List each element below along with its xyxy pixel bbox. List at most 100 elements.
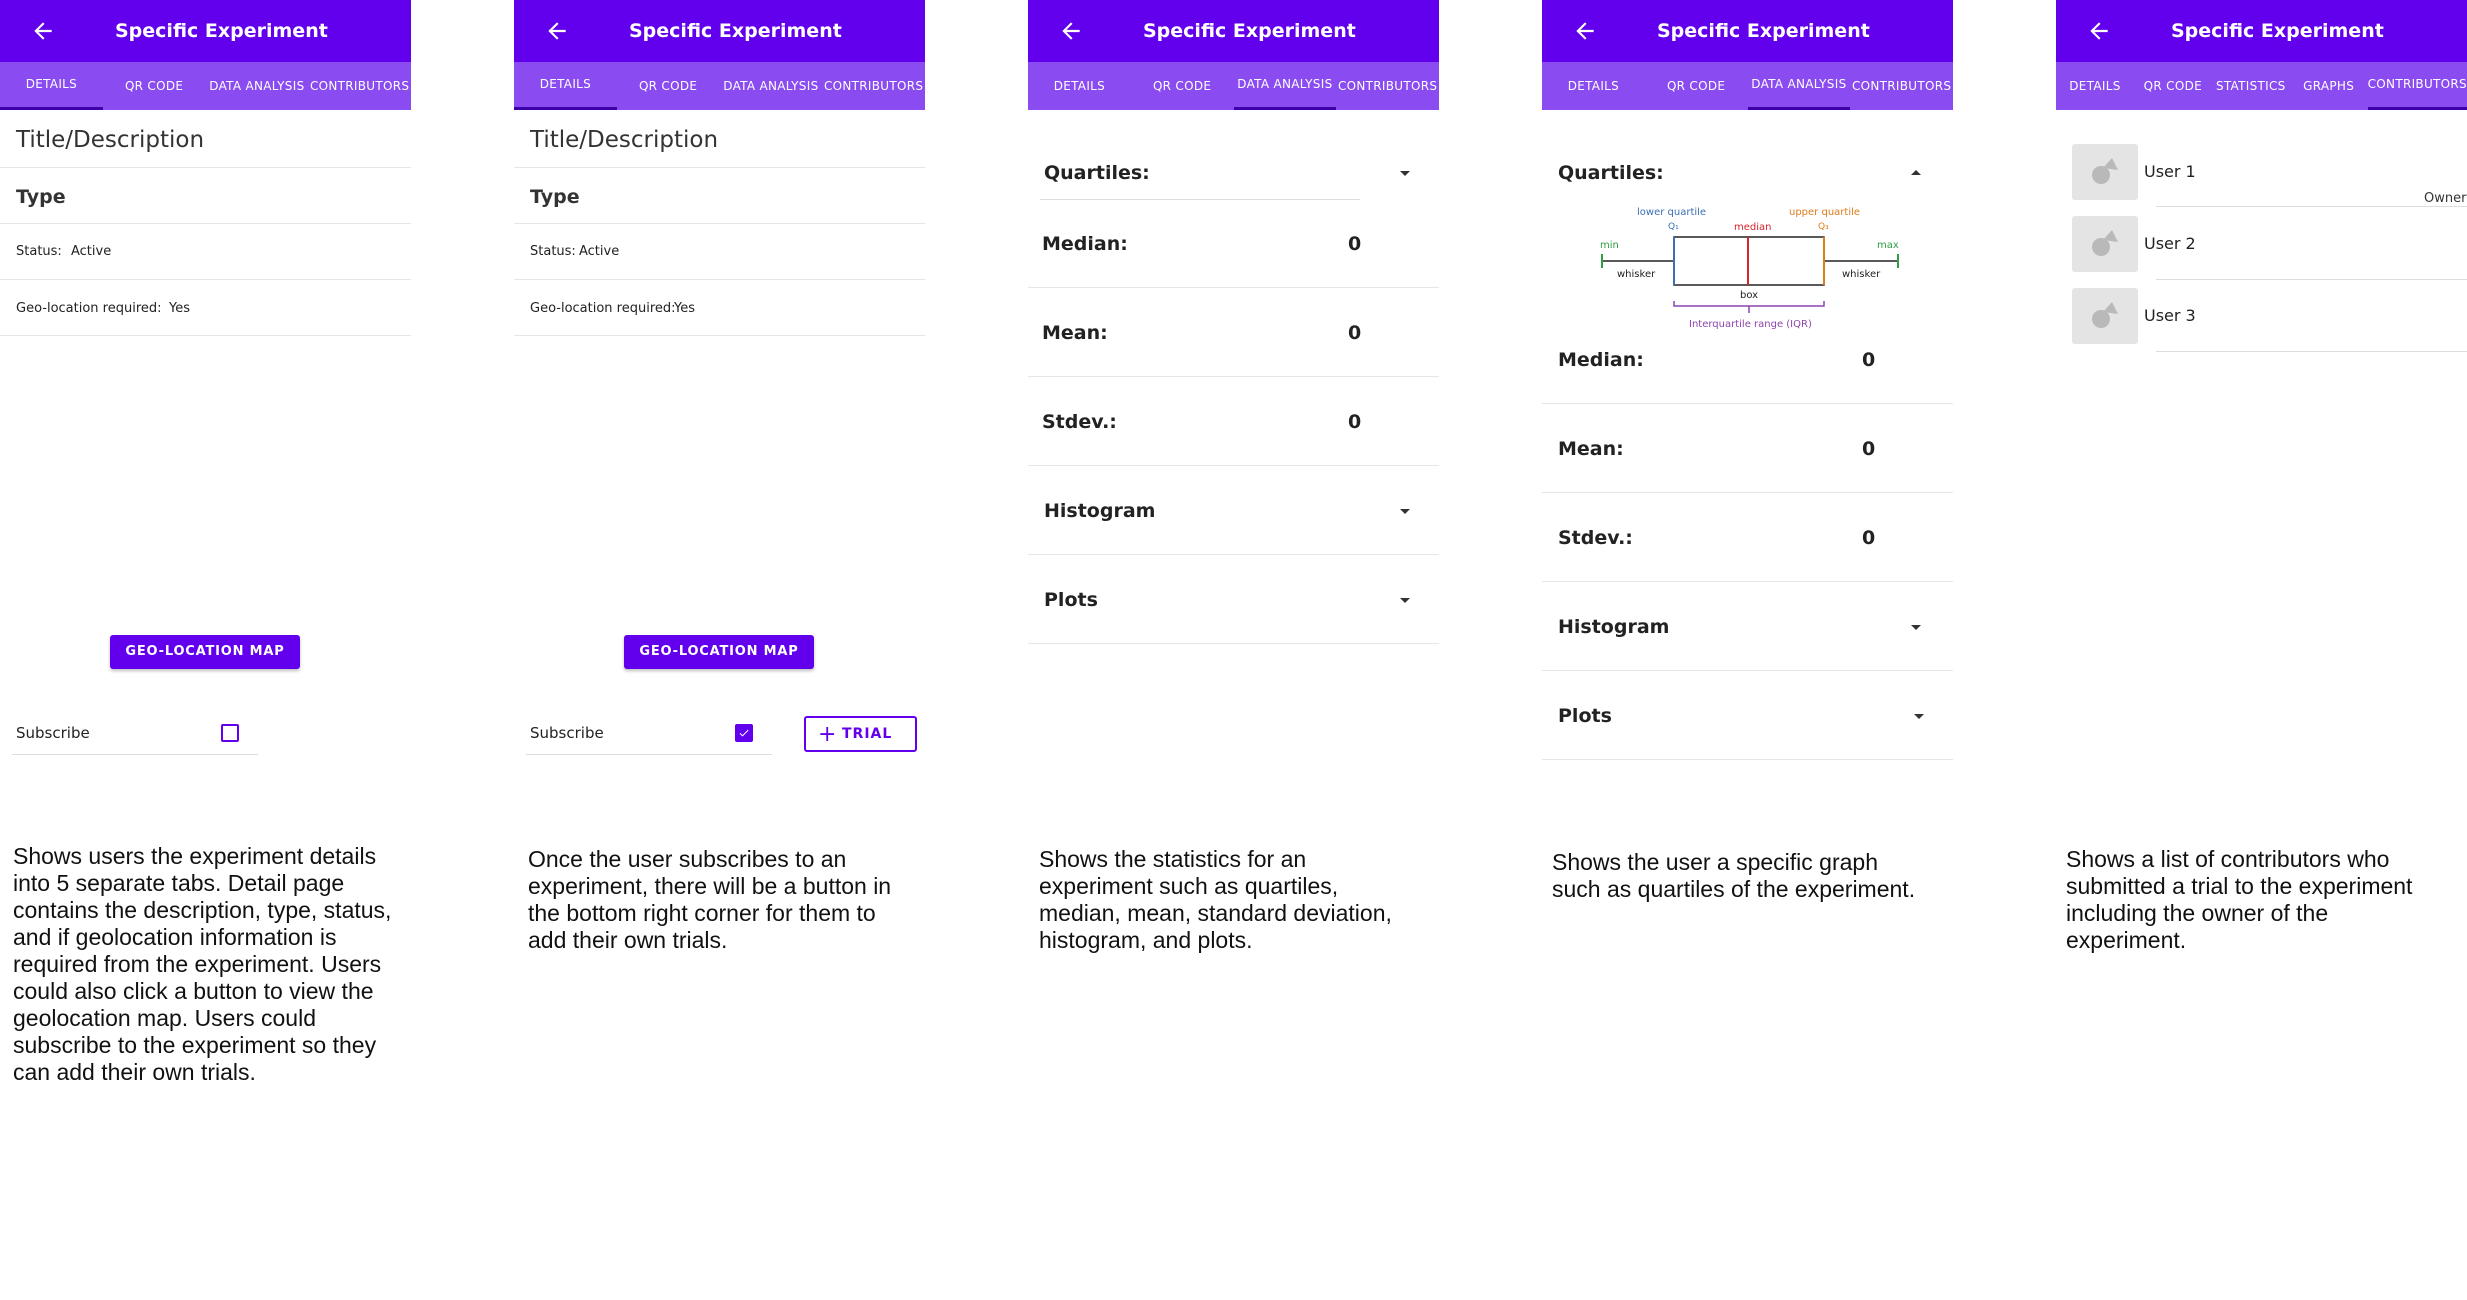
geo-row: Geo-location required: Yes	[0, 280, 411, 336]
dropdown-arrow-icon	[1400, 509, 1410, 514]
tab-graphs[interactable]: GRAPHS	[2290, 62, 2368, 110]
tab-data-analysis[interactable]: DATA ANALYSIS	[206, 62, 309, 110]
app-bar: Specific Experiment	[2056, 0, 2467, 62]
median-label: Median:	[1558, 349, 1644, 371]
median-value: 0	[1862, 349, 1876, 371]
owner-badge: Owner	[2424, 191, 2467, 206]
plots-dropdown[interactable]: Plots	[1028, 555, 1439, 644]
tab-qr-code[interactable]: QR CODE	[2134, 62, 2212, 110]
title-description: Title/Description	[530, 127, 719, 153]
quartiles-dropdown[interactable]: Quartiles:	[1542, 110, 1953, 184]
dropdown-arrow-icon	[1911, 625, 1921, 630]
caption-quartiles: Shows the user a specific graph such as …	[1552, 849, 1916, 902]
tab-contributors[interactable]: CONTRIBUTORS	[1336, 62, 1439, 110]
tab-bar: DETAILS QR CODE DATA ANALYSIS CONTRIBUTO…	[1028, 62, 1439, 110]
plots-label: Plots	[1044, 589, 1098, 611]
contributor-row[interactable]: User 1 Owner	[2056, 136, 2467, 208]
mean-row: Mean: 0	[1542, 404, 1953, 493]
status-label: Status:	[16, 244, 62, 259]
tab-qr-code[interactable]: QR CODE	[1645, 62, 1748, 110]
title-row: Title/Description	[514, 110, 925, 168]
back-arrow-icon[interactable]	[544, 18, 570, 44]
contributor-name: User 3	[2144, 306, 2196, 325]
geo-location-map-button[interactable]: GEO-LOCATION MAP	[110, 635, 300, 669]
quartiles-label: Quartiles:	[1044, 162, 1150, 184]
status-label: Status:	[530, 244, 576, 259]
contributor-name: User 2	[2144, 234, 2196, 253]
median-row: Median: 0	[1028, 199, 1439, 288]
back-arrow-icon[interactable]	[2086, 18, 2112, 44]
type-row: Type	[514, 168, 925, 224]
type-label: Type	[530, 186, 580, 208]
app-title: Specific Experiment	[2171, 20, 2384, 42]
tab-details[interactable]: DETAILS	[514, 62, 617, 110]
tab-details[interactable]: DETAILS	[2056, 62, 2134, 110]
tab-contributors[interactable]: CONTRIBUTORS	[1850, 62, 1953, 110]
caption-data-analysis: Shows the statistics for an experiment s…	[1039, 846, 1392, 953]
app-title: Specific Experiment	[1143, 20, 1356, 42]
screen-details: Specific Experiment DETAILS QR CODE DATA…	[0, 0, 411, 860]
tab-contributors[interactable]: CONTRIBUTORS	[2367, 62, 2467, 110]
tab-details[interactable]: DETAILS	[1542, 62, 1645, 110]
tab-contributors[interactable]: CONTRIBUTORS	[822, 62, 925, 110]
plus-icon: +	[818, 722, 838, 747]
contributor-row[interactable]: User 3	[2056, 280, 2467, 352]
median-value: 0	[1348, 233, 1362, 255]
stdev-label: Stdev.:	[1558, 527, 1633, 549]
tab-qr-code[interactable]: QR CODE	[617, 62, 720, 110]
tab-qr-code[interactable]: QR CODE	[103, 62, 206, 110]
lower-quartile-label: lower quartile	[1637, 207, 1706, 218]
caption-details: Shows users the experiment details into …	[13, 843, 392, 1085]
geo-location-map-button[interactable]: GEO-LOCATION MAP	[624, 635, 814, 669]
quartiles-dropdown[interactable]: Quartiles:	[1028, 110, 1439, 200]
add-trial-button[interactable]: + TRIAL	[804, 716, 917, 752]
stdev-label: Stdev.:	[1042, 411, 1117, 433]
tab-data-analysis[interactable]: DATA ANALYSIS	[720, 62, 823, 110]
tab-statistics[interactable]: STATISTICS	[2212, 62, 2290, 110]
check-icon	[739, 729, 749, 737]
stdev-row: Stdev.: 0	[1542, 493, 1953, 582]
app-title: Specific Experiment	[1657, 20, 1870, 42]
row-divider	[2156, 206, 2467, 207]
app-bar: Specific Experiment	[1542, 0, 1953, 62]
tab-bar: DETAILS QR CODE DATA ANALYSIS CONTRIBUTO…	[1542, 62, 1953, 110]
back-arrow-icon[interactable]	[1572, 18, 1598, 44]
tab-details[interactable]: DETAILS	[0, 62, 103, 110]
subscribe-checkbox[interactable]	[735, 724, 753, 742]
geo-value: Yes	[674, 301, 695, 316]
stdev-value: 0	[1348, 411, 1362, 433]
histogram-dropdown[interactable]: Histogram	[1028, 466, 1439, 555]
tab-details[interactable]: DETAILS	[1028, 62, 1131, 110]
collapse-arrow-icon	[1911, 170, 1921, 175]
plots-dropdown[interactable]: Plots	[1542, 671, 1953, 760]
tab-data-analysis[interactable]: DATA ANALYSIS	[1747, 62, 1851, 110]
median-row: Median: 0	[1542, 315, 1953, 404]
whisker-left-label: whisker	[1617, 269, 1656, 280]
contributor-name: User 1	[2144, 162, 2196, 181]
quartiles-label: Quartiles:	[1558, 162, 1664, 184]
tab-qr-code[interactable]: QR CODE	[1131, 62, 1234, 110]
tab-data-analysis[interactable]: DATA ANALYSIS	[1233, 62, 1337, 110]
subscribe-divider	[12, 754, 258, 755]
max-label: max	[1877, 240, 1899, 251]
tab-contributors[interactable]: CONTRIBUTORS	[308, 62, 411, 110]
mean-row: Mean: 0	[1028, 288, 1439, 377]
trial-label: TRIAL	[842, 726, 893, 742]
back-arrow-icon[interactable]	[30, 18, 56, 44]
dropdown-arrow-icon	[1914, 714, 1924, 719]
avatar-placeholder-icon	[2072, 144, 2138, 200]
app-title: Specific Experiment	[629, 20, 842, 42]
subscribe-label: Subscribe	[530, 724, 604, 742]
histogram-dropdown[interactable]: Histogram	[1542, 582, 1953, 671]
caption-subscribed: Once the user subscribes to an experimen…	[528, 846, 892, 953]
contributor-row[interactable]: User 2	[2056, 208, 2467, 280]
mean-value: 0	[1862, 438, 1876, 460]
geo-label: Geo-location required:	[530, 301, 676, 316]
back-arrow-icon[interactable]	[1058, 18, 1084, 44]
q1-label: Q₁	[1668, 222, 1679, 232]
histogram-label: Histogram	[1558, 616, 1670, 638]
stdev-row: Stdev.: 0	[1028, 377, 1439, 466]
subscribe-checkbox[interactable]	[221, 724, 239, 742]
histogram-label: Histogram	[1044, 500, 1156, 522]
subscribe-divider	[526, 754, 772, 755]
